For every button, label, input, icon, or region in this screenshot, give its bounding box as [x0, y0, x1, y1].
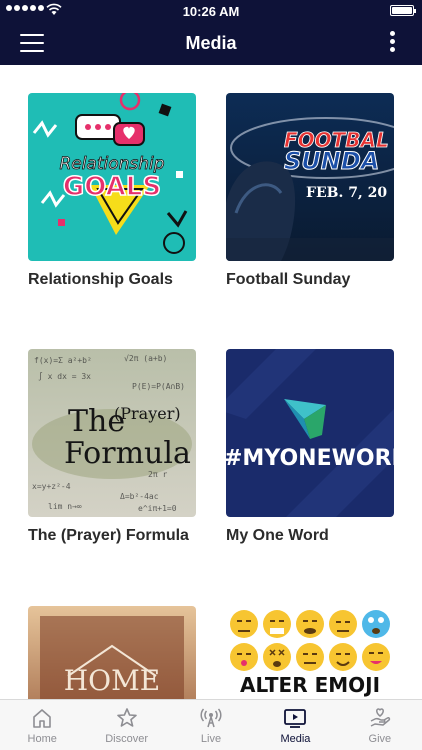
art-text-formula: Formula — [64, 436, 191, 471]
tab-label: Media — [280, 733, 311, 745]
svg-text:lim n→∞: lim n→∞ — [48, 502, 82, 511]
media-icon — [253, 705, 337, 731]
media-card-home[interactable]: HOME — [28, 606, 196, 699]
tab-label: Live — [200, 733, 222, 745]
tab-give[interactable]: Give — [338, 700, 422, 750]
battery-icon — [390, 5, 416, 16]
art-text-goals: GOALS — [63, 172, 161, 202]
media-card-my-one-word[interactable]: #MYONEWORD My One Word — [226, 349, 394, 546]
media-card-football-sunday[interactable]: FOOTBAL SUNDA FEB. 7, 20 Football Sunday — [226, 93, 394, 290]
nav-bar: Media — [0, 22, 422, 65]
prayer-formula-thumbnail: f(x)=Σ a²+b² √2π (a+b) ∫ x dx = 3x P(E)=… — [28, 349, 196, 517]
media-card-alter-emoji[interactable]: ALTER EMOJI — [226, 606, 394, 699]
tab-media[interactable]: Media — [253, 700, 337, 750]
card-title: My One Word — [226, 527, 329, 544]
art-text-sunday: SUNDA — [284, 147, 379, 175]
svg-text:e^iπ+1=0: e^iπ+1=0 — [138, 504, 177, 513]
more-options-icon[interactable] — [388, 31, 396, 57]
svg-text:x=y+z²-4: x=y+z²-4 — [32, 482, 71, 491]
media-card-relationship-goals[interactable]: Relationship GOALS Relationship Goals — [28, 93, 196, 290]
broadcast-icon — [169, 705, 253, 731]
svg-text:√2π (a+b): √2π (a+b) — [124, 354, 167, 363]
give-icon — [338, 705, 422, 731]
status-bar: 10:26 AM — [0, 0, 422, 22]
star-icon — [84, 705, 168, 731]
tab-label: Discover — [105, 733, 148, 745]
hamburger-menu-icon[interactable] — [20, 34, 44, 52]
card-title: The (Prayer) Formula — [28, 527, 189, 544]
my-one-word-thumbnail: #MYONEWORD — [226, 349, 394, 517]
tab-bar: Home Discover Live Media Give — [0, 699, 422, 750]
card-title: Football Sunday — [226, 271, 351, 288]
media-grid: Relationship GOALS Relationship Goals FO… — [0, 65, 422, 699]
page-title: Media — [185, 33, 237, 53]
status-time: 10:26 AM — [182, 4, 240, 19]
tab-discover[interactable]: Discover — [84, 700, 168, 750]
art-text-alter-emoji: ALTER EMOJI — [240, 673, 380, 697]
football-sunday-thumbnail: FOOTBAL SUNDA FEB. 7, 20 — [226, 93, 394, 261]
art-text-relationship: Relationship — [59, 154, 164, 174]
home-icon — [0, 705, 84, 731]
alter-emoji-thumbnail: ALTER EMOJI — [226, 606, 394, 699]
tab-label: Home — [27, 733, 57, 745]
tab-label: Give — [368, 733, 392, 745]
media-card-prayer-formula[interactable]: f(x)=Σ a²+b² √2π (a+b) ∫ x dx = 3x P(E)=… — [28, 349, 196, 546]
svg-text:P(E)=P(A∩B): P(E)=P(A∩B) — [132, 382, 185, 391]
svg-text:f(x)=Σ a²+b²: f(x)=Σ a²+b² — [34, 356, 92, 365]
relationship-goals-thumbnail: Relationship GOALS — [28, 93, 196, 261]
svg-text:2π r: 2π r — [148, 470, 167, 479]
svg-text:∫ x dx = 3x: ∫ x dx = 3x — [38, 372, 91, 381]
art-text-date: FEB. 7, 20 — [306, 185, 387, 201]
art-text-home: HOME — [64, 664, 160, 697]
card-title: Relationship Goals — [28, 271, 173, 288]
tab-home[interactable]: Home — [0, 700, 84, 750]
svg-text:Δ=b²-4ac: Δ=b²-4ac — [120, 492, 159, 501]
art-text-myoneword: #MYONEWORD — [226, 446, 394, 471]
tab-live[interactable]: Live — [169, 700, 253, 750]
home-thumbnail: HOME — [28, 606, 196, 699]
art-text-prayer: (Prayer) — [114, 404, 181, 423]
